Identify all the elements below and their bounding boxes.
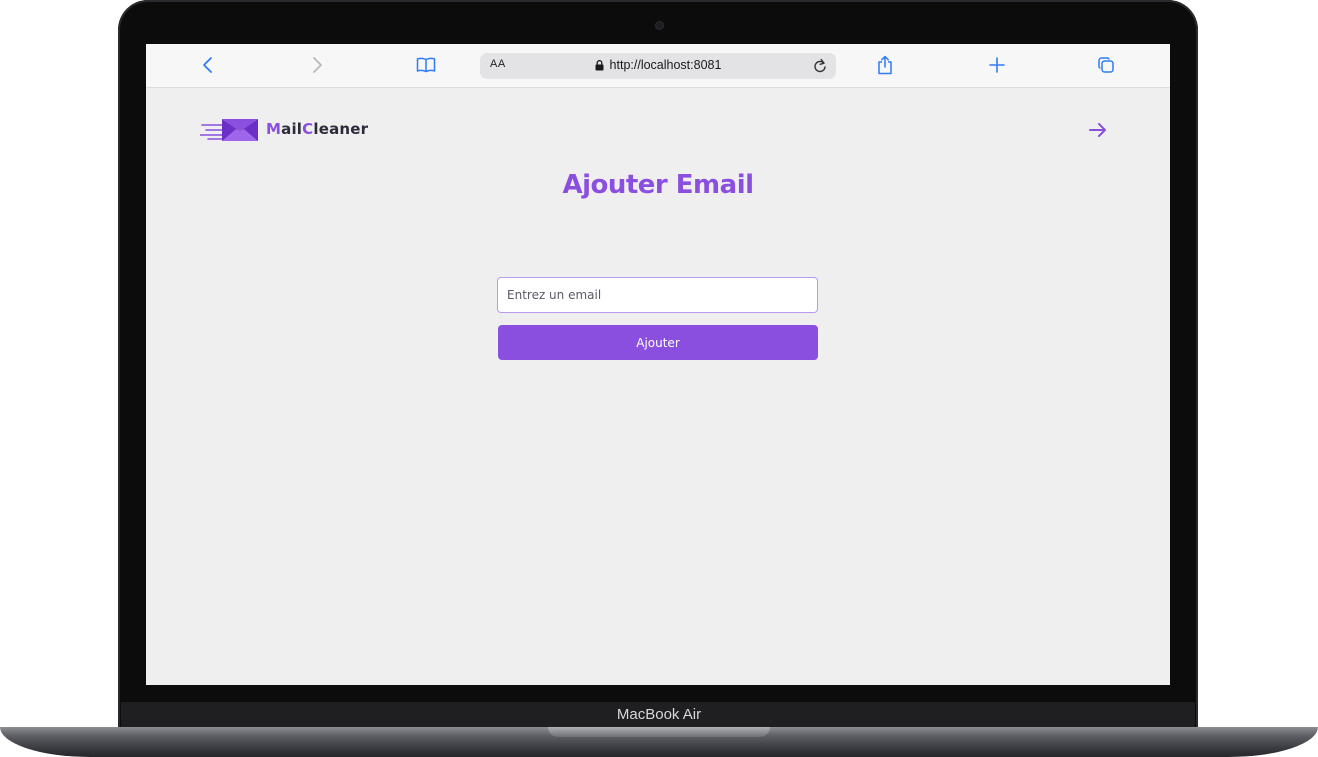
chevron-left-icon (203, 57, 212, 73)
browser-screen: AA http://localhost:8081 MailCleaner Ajo… (146, 44, 1170, 685)
logo-text: MailCleaner (266, 120, 368, 138)
mailcleaner-logo[interactable]: MailCleaner (200, 115, 368, 143)
add-email-button[interactable]: Ajouter (498, 325, 818, 360)
reload-icon (814, 58, 826, 73)
logo-letter-m: M (266, 120, 282, 138)
new-tab-button[interactable] (983, 52, 1011, 78)
laptop-mockup: AA http://localhost:8081 MailCleaner Ajo… (0, 0, 1318, 757)
lock-icon (595, 59, 604, 70)
logo-text-ail: ail (281, 120, 303, 138)
share-icon (878, 55, 892, 75)
device-label: MacBook Air (616, 706, 702, 723)
lid-notch (548, 727, 770, 737)
chevron-right-icon (313, 57, 322, 73)
email-input[interactable] (497, 277, 818, 313)
bookmarks-button[interactable] (412, 52, 440, 78)
url-display: http://localhost:8081 (480, 58, 836, 72)
arrow-right-icon (1089, 123, 1106, 137)
page-title: Ajouter Email (562, 170, 754, 200)
logo-letter-c: C (302, 120, 314, 138)
book-icon (416, 57, 436, 73)
logout-button[interactable] (1086, 118, 1110, 142)
back-button[interactable] (194, 52, 222, 78)
envelope-icon (200, 119, 258, 141)
tabs-overview-button[interactable] (1092, 52, 1120, 78)
share-button[interactable] (871, 52, 899, 78)
plus-icon (989, 57, 1005, 73)
forward-button[interactable] (303, 52, 331, 78)
camera-dot (656, 22, 663, 29)
safari-toolbar: AA http://localhost:8081 (146, 44, 1170, 88)
logo-text-leaner: leaner (313, 120, 369, 138)
address-bar[interactable]: AA http://localhost:8081 (480, 53, 836, 79)
tabs-icon (1098, 57, 1114, 73)
reload-button[interactable] (810, 56, 830, 76)
url-text: http://localhost:8081 (609, 58, 722, 72)
